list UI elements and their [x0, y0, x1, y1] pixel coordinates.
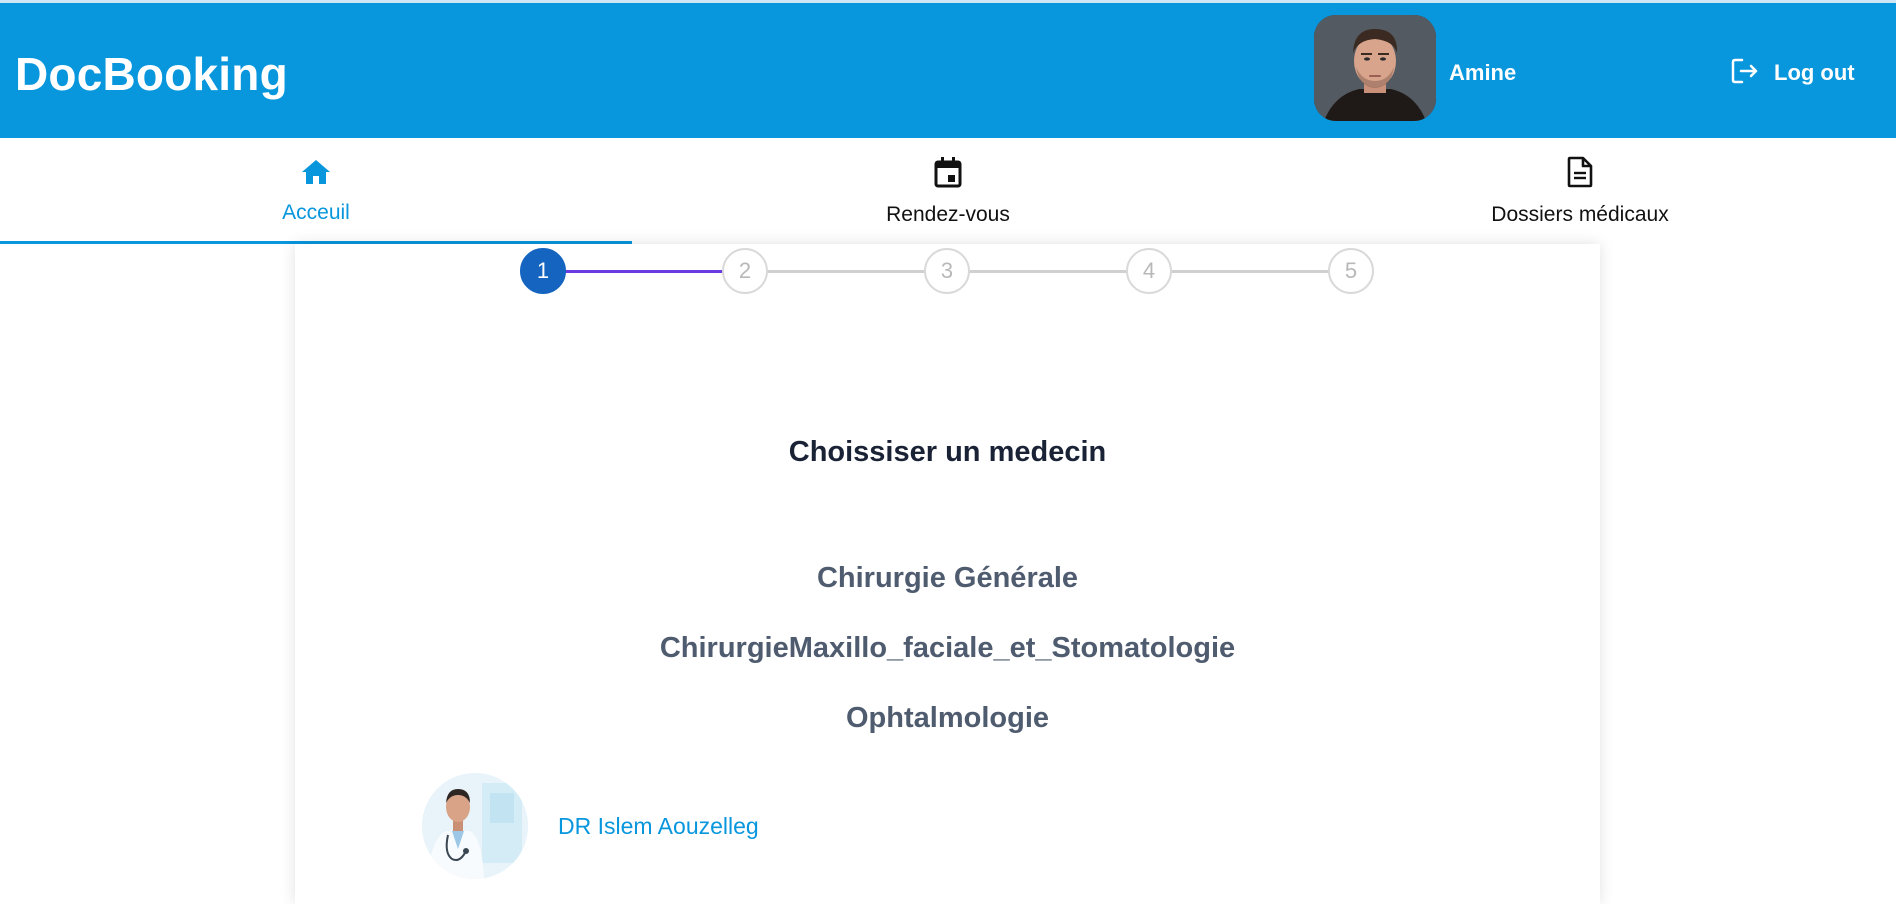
step-1[interactable]: 1 [520, 248, 566, 294]
stepper-line [764, 270, 928, 273]
calendar-icon [933, 156, 963, 193]
step-2[interactable]: 2 [722, 248, 768, 294]
specialty-item[interactable]: ChirurgieMaxillo_faciale_et_Stomatologie [295, 632, 1600, 665]
brand-logo[interactable]: DocBooking [15, 48, 288, 100]
tab-dossiers-medicaux[interactable]: Dossiers médicaux [1264, 138, 1896, 244]
step-5[interactable]: 5 [1328, 248, 1374, 294]
specialty-item[interactable]: Ophtalmologie [295, 702, 1600, 735]
tab-label: Dossiers médicaux [1491, 202, 1669, 226]
specialty-item[interactable]: Chirurgie Générale [295, 562, 1600, 595]
page-title: Choissiser un medecin [788, 436, 1107, 468]
avatar-photo [1314, 15, 1436, 121]
tab-acceuil[interactable]: Acceuil [0, 138, 632, 244]
logout-button[interactable]: Log out [1730, 53, 1855, 93]
stepper-line [966, 270, 1130, 273]
tab-label: Acceuil [282, 200, 350, 224]
tab-rendez-vous[interactable]: Rendez-vous [632, 138, 1264, 244]
main-tabs: Acceuil Rendez-vous Dossiers médicaux [0, 138, 1896, 244]
tab-label: Rendez-vous [886, 202, 1010, 226]
stepper-progress-line [564, 270, 726, 273]
doctor-item[interactable]: DR Islem Aouzelleg [422, 772, 759, 880]
home-icon [300, 158, 332, 191]
booking-stepper: 1 2 3 4 5 [520, 246, 1376, 296]
logout-icon [1730, 56, 1760, 91]
document-icon [1566, 156, 1594, 193]
doctor-photo [422, 773, 528, 879]
user-avatar[interactable] [1314, 15, 1436, 121]
step-3[interactable]: 3 [924, 248, 970, 294]
step-4[interactable]: 4 [1126, 248, 1172, 294]
logout-label: Log out [1774, 60, 1855, 85]
doctor-name: DR Islem Aouzelleg [558, 812, 759, 839]
stepper-line [1168, 270, 1332, 273]
app-header: DocBooking Amine Log out [0, 0, 1896, 138]
user-name[interactable]: Amine [1449, 59, 1516, 87]
